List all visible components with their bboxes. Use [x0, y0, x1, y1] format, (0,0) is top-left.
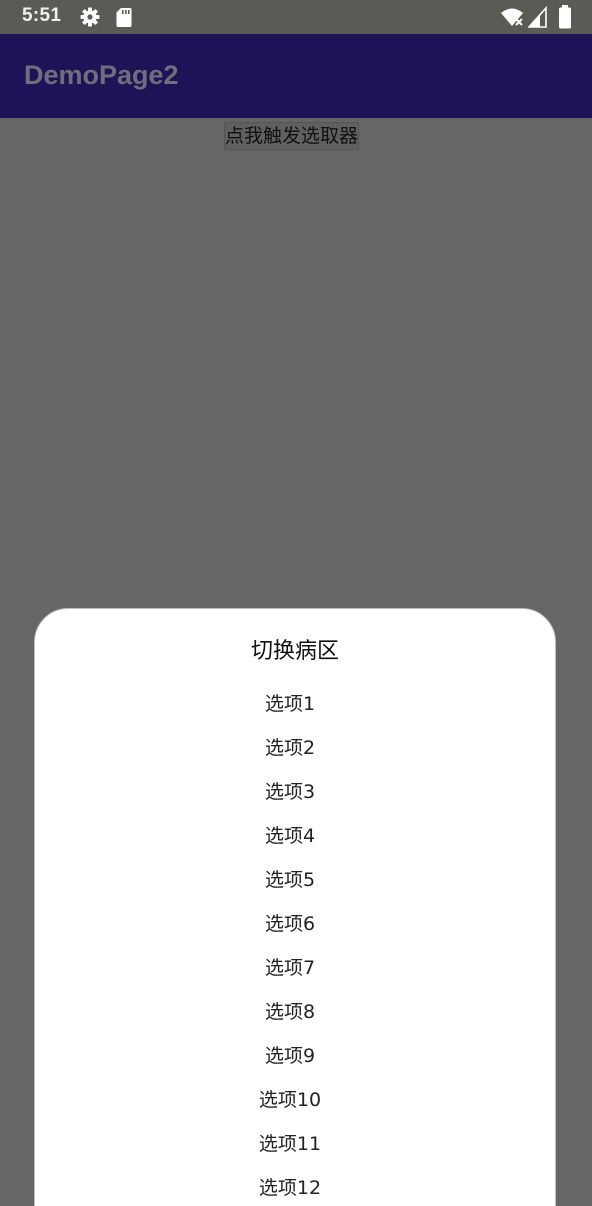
- picker-title: 切换病区: [250, 639, 339, 664]
- wifi-icon: [500, 6, 528, 28]
- signal-icon: [527, 5, 548, 28]
- option-item-12[interactable]: 选项12: [0, 1166, 580, 1206]
- sd-card-icon: [115, 6, 133, 28]
- status-time: 5:51: [22, 5, 62, 26]
- option-item-7[interactable]: 选项7: [0, 946, 580, 990]
- option-item-11[interactable]: 选项11: [0, 1122, 580, 1166]
- option-item-10[interactable]: 选项10: [0, 1078, 580, 1122]
- option-item-4[interactable]: 选项4: [0, 814, 580, 858]
- battery-icon: [558, 5, 572, 29]
- status-bar: 5:51: [0, 0, 592, 34]
- open-picker-button[interactable]: 点我触发选取器: [224, 122, 360, 150]
- option-item-3[interactable]: 选项3: [0, 770, 580, 814]
- app-bar: DemoPage2: [0, 34, 592, 118]
- option-item-9[interactable]: 选项9: [0, 1034, 580, 1078]
- page-title: DemoPage2: [24, 60, 179, 90]
- option-item-2[interactable]: 选项2: [0, 726, 580, 770]
- gear-icon: [79, 6, 101, 28]
- option-item-6[interactable]: 选项6: [0, 902, 580, 946]
- option-item-5[interactable]: 选项5: [0, 858, 580, 902]
- option-item-8[interactable]: 选项8: [0, 990, 580, 1034]
- option-item-1[interactable]: 选项1: [0, 682, 580, 726]
